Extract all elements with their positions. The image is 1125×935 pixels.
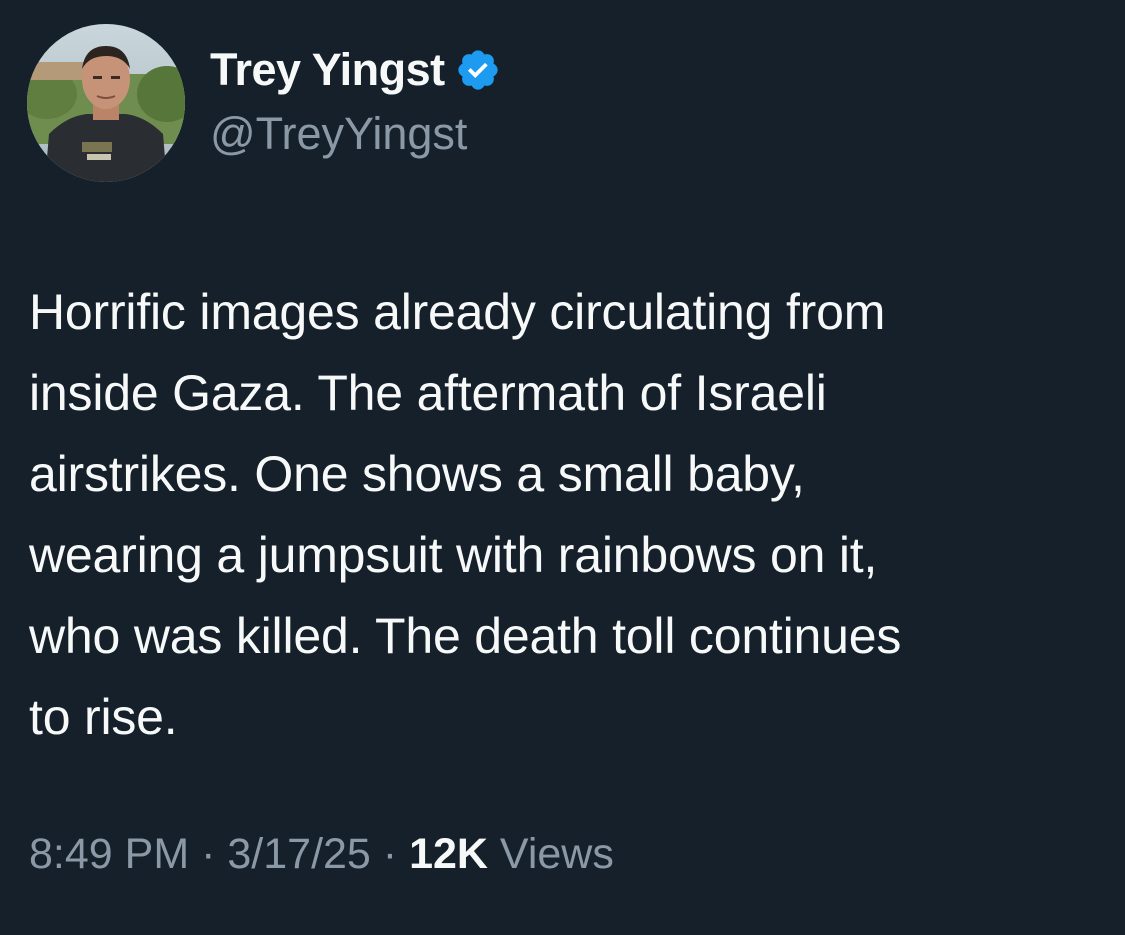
- author-handle[interactable]: @TreyYingst: [210, 108, 467, 160]
- views-label: Views: [499, 830, 614, 878]
- verified-badge-icon[interactable]: [455, 47, 501, 93]
- display-name[interactable]: Trey Yingst: [210, 44, 445, 96]
- avatar[interactable]: [27, 24, 185, 182]
- views-count: 12K: [409, 830, 488, 878]
- tweet-text: Horrific images already circulating from…: [29, 284, 902, 745]
- meta-separator: ·: [201, 830, 216, 878]
- tweet-time[interactable]: 8:49 PM: [29, 830, 189, 878]
- tweet-meta: 8:49 PM · 3/17/25 · 12K Views: [29, 830, 614, 879]
- tweet-card: Trey Yingst @TreyYingst Horrific images …: [0, 0, 1125, 935]
- profile-photo-icon: [27, 24, 185, 182]
- tweet-date[interactable]: 3/17/25: [227, 830, 370, 878]
- author-name-row: Trey Yingst: [210, 40, 501, 100]
- meta-separator: ·: [382, 830, 398, 878]
